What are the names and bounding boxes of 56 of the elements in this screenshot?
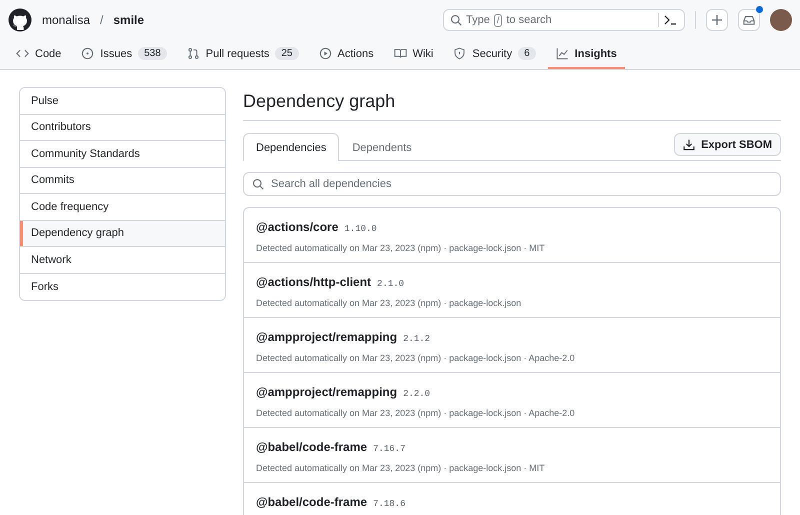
- repo-tab[interactable]: Code: [8, 40, 70, 69]
- dependency-name[interactable]: @ampproject/remapping: [256, 385, 398, 399]
- version-label: 7.16.7: [373, 444, 406, 454]
- repo-tab[interactable]: Pull requests 25: [178, 40, 306, 69]
- code-brackets-icon: [16, 47, 29, 60]
- circle-dot-icon: [81, 47, 94, 60]
- dependency-details: Detected automatically on Mar 23, 2023 (npm) · package-lock.json · MIT: [256, 463, 546, 473]
- count-badge: 6: [518, 47, 536, 60]
- pull-request-icon: [186, 47, 200, 60]
- repo-tab[interactable]: Issues 538: [73, 40, 175, 69]
- dependency-name[interactable]: @babel/code-frame: [256, 440, 368, 454]
- repo-tab[interactable]: Security 6: [445, 40, 544, 69]
- user-avatar[interactable]: [770, 9, 792, 31]
- version-label: 7.18.6: [373, 499, 406, 509]
- repo-tab[interactable]: Insights: [548, 40, 625, 69]
- dependency-search-field[interactable]: Search all dependencies: [243, 172, 781, 196]
- page-title: Dependency graph: [243, 91, 781, 121]
- inbox-button[interactable]: [738, 9, 760, 31]
- dependency-details: Detected automatically on Mar 23, 2023 (npm) · package-lock.json · Apache-2.0: [256, 408, 576, 418]
- dependency-search-field[interactable]: Search all dependencies: [271, 174, 772, 194]
- shield-icon: [453, 47, 466, 60]
- line-graph-icon: [556, 47, 569, 60]
- version-label: 2.1.0: [377, 279, 404, 289]
- version-label: 1.10.0: [344, 224, 377, 234]
- dependency-name[interactable]: @actions/http-client: [256, 275, 372, 289]
- global-search-field[interactable]: Type / to search: [443, 9, 685, 31]
- dependency-tab[interactable]: Dependencies: [243, 133, 340, 161]
- dependency-name[interactable]: @babel/code-frame: [256, 495, 368, 509]
- play-circle-icon: [318, 47, 332, 60]
- owner-link[interactable]: monalisa: [42, 13, 90, 27]
- dependency-details: Detected automatically on Mar 23, 2023 (npm) · package-lock.json: [256, 298, 522, 308]
- version-label: 2.1.2: [403, 334, 430, 344]
- create-new-button[interactable]: [706, 9, 728, 31]
- dependency-name[interactable]: @actions/core: [256, 220, 338, 234]
- path-separator: /: [100, 13, 104, 27]
- count-badge: 538: [138, 47, 167, 60]
- repo-tab[interactable]: Wiki: [386, 40, 442, 69]
- terminal-icon[interactable]: [658, 13, 678, 27]
- dependency-name[interactable]: @ampproject/remapping: [256, 330, 398, 344]
- sidebar-item[interactable]: Dependency graph: [20, 220, 225, 247]
- octocat-logo-icon[interactable]: [8, 8, 32, 32]
- export-sbom-button[interactable]: Export SBOM: [674, 133, 781, 156]
- sidebar-item[interactable]: Pulse: [20, 88, 225, 114]
- inbox-icon: [743, 14, 755, 26]
- count-badge: 25: [275, 47, 298, 60]
- dependency-tab[interactable]: Dependents: [339, 134, 425, 161]
- plus-icon: [711, 14, 723, 26]
- version-label: 2.2.0: [403, 389, 430, 399]
- repo-link[interactable]: smile: [113, 13, 144, 27]
- dependency-details: Detected automatically on Mar 23, 2023 (npm) · package-lock.json · MIT: [256, 243, 546, 253]
- download-icon: [683, 138, 696, 150]
- dependency-details: Detected automatically on Mar 23, 2023 (npm) · package-lock.json · Apache-2.0: [256, 353, 576, 363]
- search-icon: [450, 14, 462, 26]
- search-icon: [252, 178, 264, 190]
- repo-tab[interactable]: Actions: [310, 40, 382, 69]
- book-icon: [394, 47, 407, 60]
